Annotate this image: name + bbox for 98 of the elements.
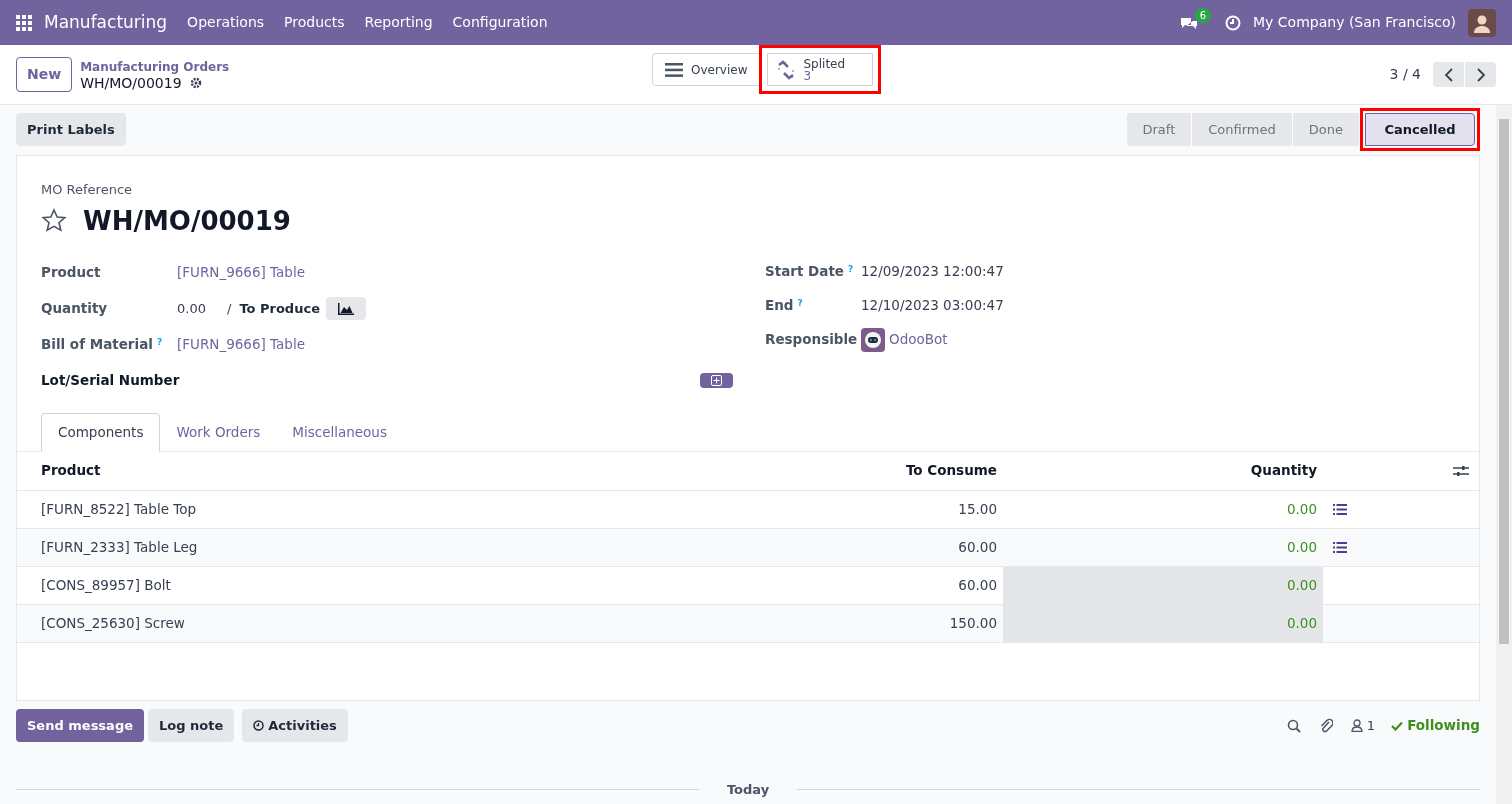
followers-button[interactable]: 1 xyxy=(1350,715,1376,736)
area-chart-icon xyxy=(337,302,354,315)
quantity-value: 0.00 xyxy=(177,299,207,318)
clock-icon xyxy=(1225,14,1242,31)
person-icon xyxy=(1350,719,1363,732)
help-tooltip[interactable]: ? xyxy=(797,297,803,308)
separator-text: / xyxy=(227,299,232,318)
app-name[interactable]: Manufacturing xyxy=(44,9,168,36)
next-button[interactable] xyxy=(1465,62,1496,87)
search-button[interactable] xyxy=(1286,718,1301,733)
print-labels-button[interactable]: Print Labels xyxy=(16,113,126,146)
field-label: Product xyxy=(41,264,101,281)
table-cell: 0.00 xyxy=(1003,566,1323,604)
settings-icon xyxy=(189,76,202,89)
bulleted-list-icon xyxy=(1333,503,1347,515)
messages-button[interactable]: 6 xyxy=(1179,7,1212,32)
menu-item[interactable]: Operations xyxy=(187,12,265,33)
column-header: To Consume xyxy=(904,461,998,481)
field-value: 12/09/2023 12:00:47 xyxy=(861,262,1004,282)
status-stage[interactable]: Done xyxy=(1292,113,1360,146)
menu-item[interactable]: Reporting xyxy=(364,12,433,33)
optional-columns-button[interactable] xyxy=(1453,464,1469,477)
smart-button-label: Splited xyxy=(803,57,846,70)
status-stage[interactable]: Cancelled xyxy=(1365,113,1475,146)
message-count-badge: 6 xyxy=(1194,7,1212,23)
table-cell-text: [FURN_8522] Table Top xyxy=(40,499,198,519)
chatter-button[interactable]: Log note xyxy=(148,709,235,742)
record-name: WH/MO/00019 xyxy=(80,74,182,91)
pager-value: 3 / 4 xyxy=(1389,65,1421,84)
previous-button[interactable] xyxy=(1433,62,1464,87)
table-cell-text: 0.00 xyxy=(1285,499,1318,519)
field-label: To Produce xyxy=(239,299,320,318)
favorite-star[interactable] xyxy=(41,208,67,234)
plus-square-icon xyxy=(711,375,722,386)
table-cell-text: [CONS_89957] Bolt xyxy=(40,575,172,595)
field-label: End xyxy=(765,297,794,314)
check-icon xyxy=(1391,720,1404,731)
record-title: WH/MO/00019 xyxy=(83,204,291,238)
bulleted-list-icon xyxy=(1333,541,1347,553)
table-cell-text: 60.00 xyxy=(957,575,998,595)
menu-item[interactable]: Products xyxy=(284,12,345,33)
table-cell-text: [FURN_2333] Table Leg xyxy=(40,537,199,557)
user-avatar[interactable] xyxy=(1468,8,1496,37)
field-label: Responsible xyxy=(765,331,858,348)
split-smart-button[interactable]: Splited 3 xyxy=(766,53,873,86)
details-button[interactable] xyxy=(1333,541,1347,553)
details-button[interactable] xyxy=(1333,503,1347,515)
add-lot-button[interactable] xyxy=(700,373,733,388)
broken-link-icon xyxy=(775,59,796,80)
button-label: Overview xyxy=(691,61,748,79)
tab[interactable]: Miscellaneous xyxy=(276,412,403,452)
search-icon xyxy=(1286,718,1301,733)
table-cell: 0.00 xyxy=(1003,604,1323,642)
help-tooltip[interactable]: ? xyxy=(848,263,854,274)
column-header: Quantity xyxy=(1249,461,1318,481)
table-cell-text: [CONS_25630] Screw xyxy=(40,613,186,633)
help-tooltip[interactable]: ? xyxy=(156,336,163,347)
field-label: Bill of Material xyxy=(41,336,153,353)
table-cell-text: 15.00 xyxy=(957,499,998,519)
smart-button-count: 3 xyxy=(803,69,812,82)
field-label: MO Reference xyxy=(41,181,134,199)
field-link[interactable]: [FURN_9666] Table xyxy=(177,262,305,283)
sliders-icon xyxy=(1453,464,1469,477)
following-button[interactable]: Following xyxy=(1391,715,1480,736)
field-link[interactable]: [FURN_9666] Table xyxy=(177,334,305,355)
menu-item[interactable]: Configuration xyxy=(452,12,548,33)
forecast-button[interactable] xyxy=(325,297,366,320)
attachments-button[interactable] xyxy=(1318,717,1333,734)
user-link[interactable]: OdooBot xyxy=(889,329,948,350)
tab[interactable]: Work Orders xyxy=(160,412,277,452)
chevron-left-icon xyxy=(1444,67,1453,82)
activities-button[interactable] xyxy=(1225,14,1242,31)
chatter-button[interactable]: Send message xyxy=(16,709,144,742)
field-label: Quantity xyxy=(41,300,108,317)
table-cell-text: 150.00 xyxy=(948,613,998,633)
clock-icon xyxy=(253,720,265,731)
date-divider: Today xyxy=(726,781,770,799)
chatter-button[interactable]: Activities xyxy=(242,709,348,742)
new-button[interactable]: New xyxy=(16,57,73,92)
status-stage[interactable]: Draft xyxy=(1126,113,1193,146)
field-value: 12/10/2023 03:00:47 xyxy=(861,296,1004,316)
field-label: Lot/Serial Number xyxy=(41,371,180,391)
apps-menu-button[interactable] xyxy=(16,14,32,31)
star-icon xyxy=(41,208,67,234)
field-label: Start Date xyxy=(765,263,845,280)
table-cell-text: 0.00 xyxy=(1285,537,1318,557)
chevron-right-icon xyxy=(1476,67,1485,82)
column-header: Product xyxy=(40,461,102,481)
company-switcher[interactable]: My Company (San Francisco) xyxy=(1253,12,1456,33)
status-stage[interactable]: Confirmed xyxy=(1192,113,1293,146)
tab[interactable]: Components xyxy=(41,412,161,452)
breadcrumb-link[interactable]: Manufacturing Orders xyxy=(80,58,230,75)
list-icon xyxy=(665,62,683,77)
settings-button[interactable] xyxy=(189,76,202,89)
apps-grid-icon xyxy=(16,14,32,31)
paperclip-icon xyxy=(1318,717,1333,734)
table-cell-text: 60.00 xyxy=(957,537,998,557)
overview-button[interactable]: Overview xyxy=(652,53,761,86)
